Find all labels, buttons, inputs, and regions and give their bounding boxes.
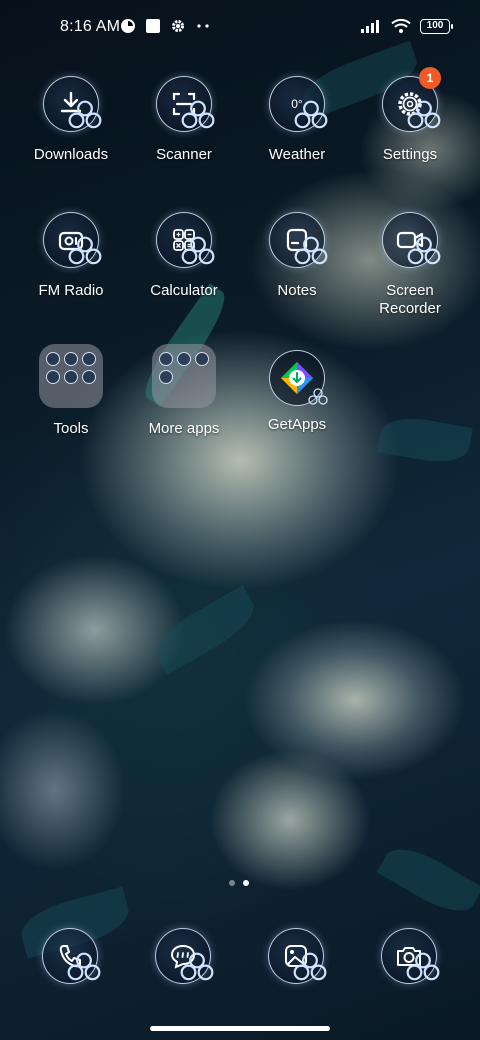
flower-decoration-icon	[308, 388, 328, 405]
app-calculator[interactable]: Calculator	[128, 212, 240, 300]
square-notification-icon	[146, 19, 160, 33]
mini-app-icon	[195, 352, 209, 366]
mini-app-icon	[82, 370, 96, 384]
folder-tools[interactable]: Tools	[15, 344, 127, 438]
app-label: Weather	[268, 146, 326, 163]
flower-decoration-icon	[407, 236, 441, 265]
app-getapps[interactable]: GetApps	[241, 350, 353, 434]
folder-icon	[152, 344, 216, 408]
dock-gallery[interactable]	[268, 928, 327, 984]
wifi-icon	[391, 18, 411, 33]
more-dots-icon	[197, 24, 209, 28]
dock-camera[interactable]	[381, 928, 440, 984]
mini-app-icon	[177, 352, 191, 366]
signal-icon	[361, 20, 379, 33]
gear-icon	[172, 20, 184, 32]
flower-decoration-icon	[68, 100, 102, 129]
video-camera-icon	[382, 212, 441, 268]
app-label: Notes	[277, 282, 317, 299]
mini-app-icon	[82, 352, 96, 366]
app-screen-recorder[interactable]: Screen Recorder	[354, 212, 466, 318]
mini-app-icon	[64, 370, 78, 384]
app-label: Scanner	[156, 146, 212, 163]
dock-phone[interactable]	[42, 928, 101, 984]
settings-gear-icon: 1	[382, 67, 441, 132]
flower-decoration-icon	[68, 236, 102, 265]
flower-decoration-icon	[294, 100, 328, 129]
app-settings[interactable]: 1 Settings	[354, 67, 466, 164]
flower-decoration-icon	[181, 236, 215, 265]
app-fm-radio[interactable]: FM Radio	[15, 212, 127, 300]
wallpaper-leaf	[147, 585, 263, 675]
app-label: Settings	[382, 146, 438, 163]
app-label: FM Radio	[38, 282, 104, 299]
flower-decoration-icon	[406, 952, 440, 981]
app-label: Downloads	[33, 146, 109, 163]
flower-decoration-icon	[293, 952, 327, 981]
calculator-icon	[156, 212, 215, 268]
notes-icon	[269, 212, 328, 268]
folder-icon	[39, 344, 103, 408]
battery-icon: 100	[420, 18, 453, 34]
folder-more-apps[interactable]: More apps	[128, 344, 240, 438]
mini-app-icon	[64, 352, 78, 366]
flower-decoration-icon	[181, 100, 215, 129]
app-scanner[interactable]: Scanner	[128, 76, 240, 164]
notification-badge: 1	[419, 67, 441, 89]
page-indicator	[229, 880, 249, 886]
flower-decoration-icon	[67, 952, 101, 981]
home-indicator-bar[interactable]	[150, 1026, 330, 1031]
app-label: Tools	[53, 420, 89, 437]
page-dot[interactable]	[229, 880, 235, 886]
mini-app-icon	[159, 352, 173, 366]
app-notification-icon	[121, 19, 135, 33]
app-downloads[interactable]: Downloads	[15, 76, 127, 164]
app-notes[interactable]: Notes	[241, 212, 353, 300]
flower-decoration-icon	[407, 100, 441, 129]
flower-decoration-icon	[180, 952, 214, 981]
wallpaper-leaf	[377, 412, 473, 468]
radio-icon	[43, 212, 102, 268]
getapps-icon	[269, 350, 328, 406]
weather-icon: 0°	[269, 76, 328, 132]
flower-decoration-icon	[294, 236, 328, 265]
page-dot-active[interactable]	[243, 880, 249, 886]
mini-app-icon	[46, 352, 60, 366]
app-label: Calculator	[150, 282, 218, 299]
app-weather[interactable]: 0° Weather	[241, 76, 353, 164]
app-label: Screen Recorder	[379, 282, 441, 317]
scanner-icon	[156, 76, 215, 132]
dock-messages[interactable]	[155, 928, 214, 984]
wallpaper-leaf	[376, 837, 480, 923]
app-label: GetApps	[267, 416, 327, 433]
mini-app-icon	[159, 370, 173, 384]
mini-app-icon	[46, 370, 60, 384]
downloads-icon	[43, 76, 102, 132]
battery-level: 100	[426, 19, 444, 31]
status-time: 8:16 AM	[60, 18, 121, 35]
status-bar: 8:16 AM 100	[0, 0, 480, 56]
app-label: More apps	[148, 420, 220, 437]
